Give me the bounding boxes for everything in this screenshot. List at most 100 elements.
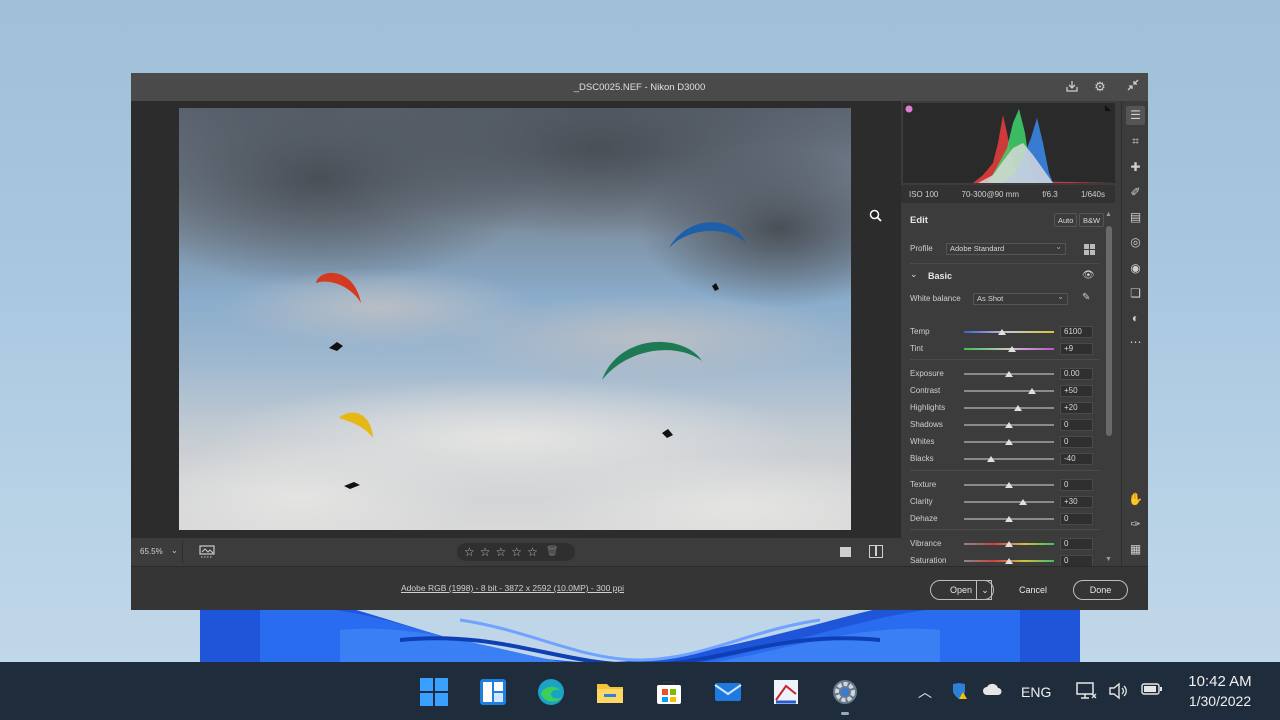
clock[interactable]: 10:42 AM 1/30/2022 — [1180, 673, 1260, 709]
start-button[interactable] — [418, 676, 450, 708]
slider-value-field[interactable]: -40 — [1060, 453, 1093, 465]
language-indicator[interactable]: ENG — [1021, 684, 1051, 700]
eyedropper-icon[interactable]: ✎ — [1082, 292, 1090, 303]
scrollbar[interactable] — [1106, 226, 1112, 436]
basic-section-header[interactable]: ⌄ Basic 👁 — [901, 267, 1115, 285]
more-icon[interactable]: ⋯ — [1126, 333, 1145, 352]
slider-value-field[interactable]: 0 — [1060, 479, 1093, 491]
workflow-options-link[interactable]: Adobe RGB (1998) - 8 bit - 3872 x 2592 (… — [401, 583, 624, 593]
photo-preview[interactable] — [179, 108, 851, 530]
chevron-up-icon[interactable]: ︿ — [918, 682, 932, 702]
done-button[interactable]: Done — [1073, 580, 1128, 600]
slider-value-field[interactable]: 6100 — [1060, 326, 1093, 338]
slider-track[interactable] — [964, 407, 1054, 409]
linear-gradient-icon[interactable]: ▤ — [1126, 208, 1145, 227]
white-balance-select[interactable]: As Shot — [973, 292, 1068, 305]
slider-value-field[interactable]: 0.00 — [1060, 368, 1093, 380]
store-icon[interactable] — [653, 676, 685, 708]
widgets-icon[interactable] — [477, 676, 509, 708]
slider-thumb[interactable] — [1005, 558, 1013, 564]
star-icon[interactable]: ☆ — [464, 546, 475, 558]
filmstrip-icon[interactable] — [199, 545, 215, 558]
slider-thumb[interactable] — [1005, 516, 1013, 522]
scroll-down-icon[interactable]: ▼ — [1105, 556, 1112, 563]
chevron-down-icon[interactable]: ⌄ — [910, 269, 918, 280]
slider-value-field[interactable]: +20 — [1060, 402, 1093, 414]
auto-button[interactable]: Auto — [1054, 213, 1078, 227]
slider-thumb[interactable] — [1014, 405, 1022, 411]
slider-value-field[interactable]: +9 — [1060, 343, 1093, 355]
security-icon[interactable] — [950, 682, 970, 703]
radial-gradient-icon[interactable]: ◎ — [1126, 233, 1145, 252]
snapshots-icon[interactable]: ❏ — [1126, 284, 1145, 303]
hand-icon[interactable]: ✋ — [1126, 490, 1145, 509]
clock-time: 10:42 AM — [1188, 673, 1252, 690]
slider-value-field[interactable]: +30 — [1060, 496, 1093, 508]
slider-thumb[interactable] — [1005, 422, 1013, 428]
slider-value-field[interactable]: 0 — [1060, 555, 1093, 566]
slider-thumb[interactable] — [987, 456, 995, 462]
slider-track[interactable] — [964, 501, 1054, 503]
photoshop-icon[interactable] — [770, 676, 802, 708]
battery-icon[interactable] — [1141, 682, 1163, 699]
chevron-down-icon[interactable]: ⌄ — [171, 546, 178, 555]
slider-value-field[interactable]: +50 — [1060, 385, 1093, 397]
slider-value-field[interactable]: 0 — [1060, 538, 1093, 550]
scroll-up-icon[interactable]: ▲ — [1105, 211, 1112, 218]
onedrive-icon[interactable] — [982, 682, 1004, 699]
gear-icon[interactable]: ⚙ — [1092, 79, 1108, 95]
slider-thumb[interactable] — [1007, 346, 1016, 352]
color-sampler-icon[interactable]: ✑ — [1126, 515, 1145, 534]
presets-icon[interactable]: ◐ — [1126, 309, 1145, 328]
red-eye-icon[interactable]: ◉ — [1126, 259, 1145, 278]
healing-icon[interactable]: ✚ — [1126, 158, 1145, 177]
zoom-level[interactable]: 65.5% — [140, 547, 163, 556]
basic-title: Basic — [928, 271, 953, 281]
trash-icon[interactable]: 🗑 — [546, 546, 559, 558]
star-icon[interactable]: ☆ — [527, 546, 538, 558]
slider-label: Vibrance — [910, 539, 942, 548]
star-rating[interactable]: ☆ ☆ ☆ ☆ ☆ 🗑 — [457, 543, 575, 561]
slider-thumb[interactable] — [1005, 541, 1013, 547]
slider-thumb[interactable] — [1005, 482, 1013, 488]
slider-value-field[interactable]: 0 — [1060, 513, 1093, 525]
network-icon[interactable] — [1076, 682, 1098, 703]
star-icon[interactable]: ☆ — [511, 546, 522, 558]
divider — [182, 541, 183, 563]
edit-sliders-icon[interactable]: ☰ — [1126, 106, 1145, 125]
slider-thumb[interactable] — [1005, 439, 1013, 445]
brush-icon[interactable]: ✐ — [1126, 183, 1145, 202]
settings-icon[interactable] — [829, 676, 861, 708]
crop-icon[interactable]: ⌗ — [1126, 132, 1145, 151]
active-app-indicator — [841, 712, 849, 715]
compare-view-icon[interactable] — [869, 545, 883, 558]
slider-track[interactable] — [964, 390, 1054, 392]
mail-icon[interactable] — [712, 676, 744, 708]
slider-label: Temp — [910, 327, 930, 336]
slider-value-field[interactable]: 0 — [1060, 419, 1093, 431]
slider-thumb[interactable] — [1018, 499, 1027, 505]
single-view-icon[interactable] — [840, 547, 851, 557]
save-icon[interactable] — [1064, 79, 1080, 95]
star-icon[interactable]: ☆ — [480, 546, 491, 558]
slider-thumb[interactable] — [997, 329, 1006, 335]
grid-overlay-icon[interactable]: ▦ — [1126, 540, 1145, 559]
slider-value-field[interactable]: 0 — [1060, 436, 1093, 448]
slider-thumb[interactable] — [1027, 388, 1036, 394]
slider-thumb[interactable] — [1005, 371, 1013, 377]
eye-icon[interactable]: 👁 — [1082, 270, 1095, 281]
profile-browser-icon[interactable] — [1084, 244, 1095, 255]
divider — [910, 359, 1100, 360]
cancel-button[interactable]: Cancel — [1011, 580, 1055, 600]
bw-button[interactable]: B&W — [1079, 213, 1105, 227]
profile-select[interactable]: Adobe Standard — [946, 242, 1066, 255]
exif-lens: 70-300@90 mm — [961, 189, 1020, 199]
slider-track[interactable] — [964, 331, 1054, 333]
star-icon[interactable]: ☆ — [496, 546, 507, 558]
collapse-icon[interactable] — [1125, 79, 1141, 95]
edge-icon[interactable] — [535, 676, 567, 708]
exif-bar: ISO 100 70-300@90 mm f/6.3 1/640s — [901, 185, 1115, 203]
file-explorer-icon[interactable] — [594, 676, 626, 708]
volume-icon[interactable] — [1108, 682, 1128, 703]
slider-track[interactable] — [964, 458, 1054, 460]
